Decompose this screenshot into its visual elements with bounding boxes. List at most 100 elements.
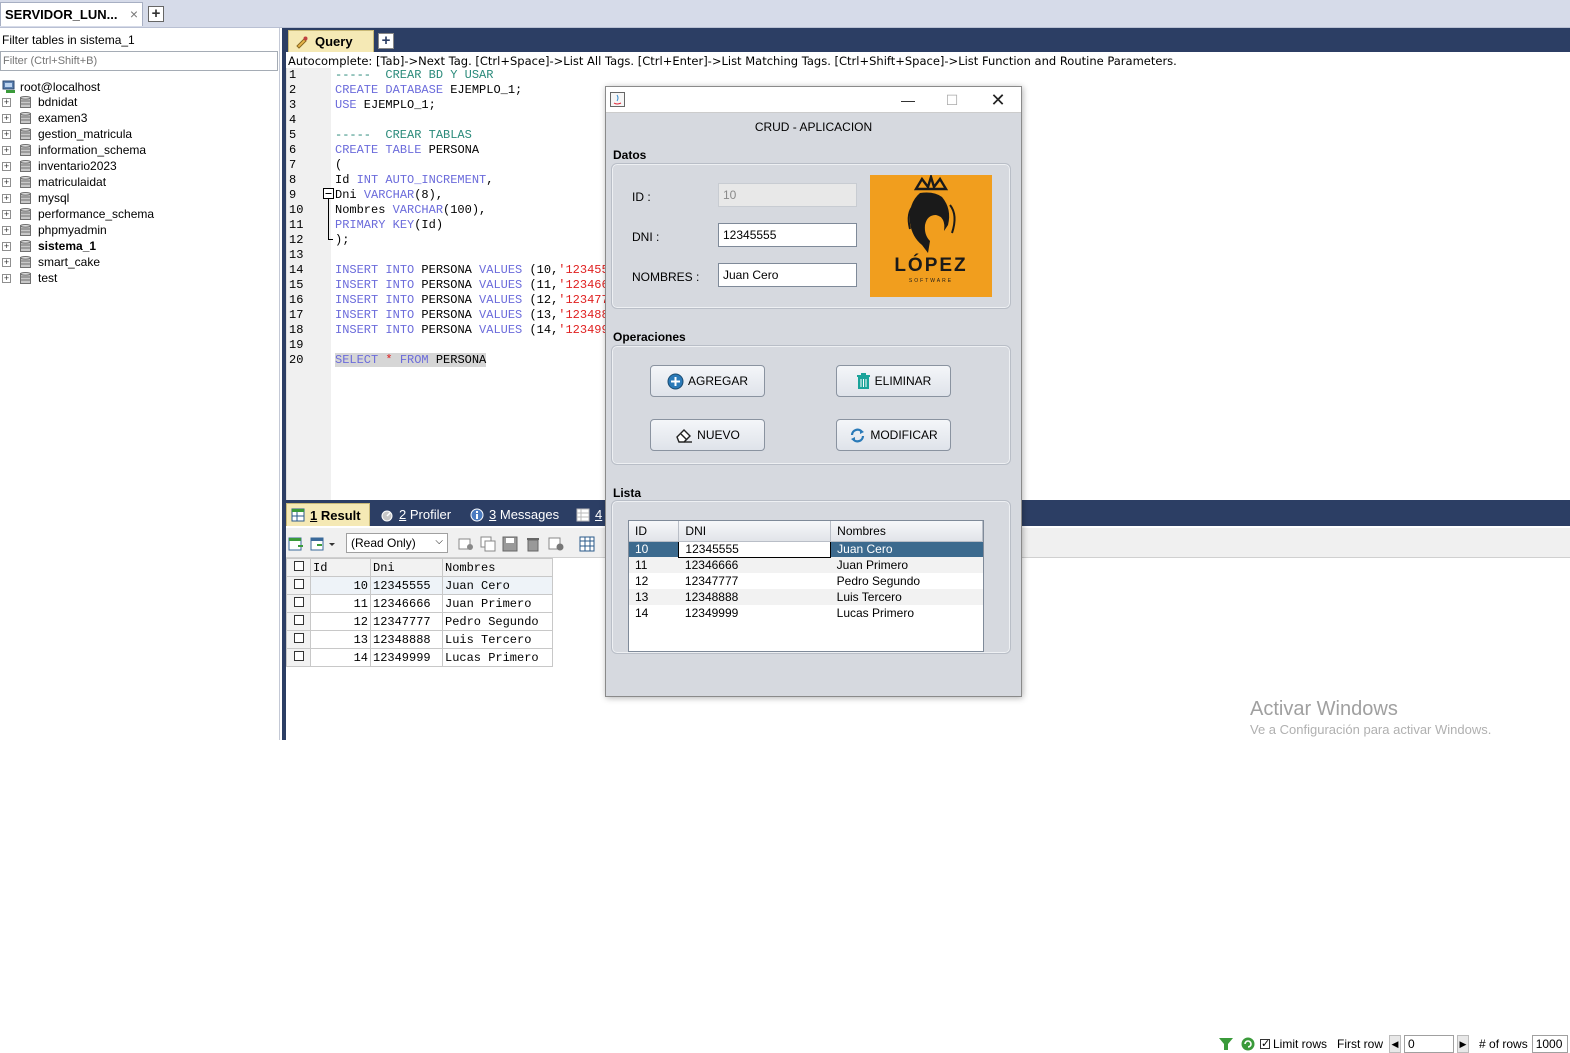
table-cell[interactable]: 12345555: [370, 576, 443, 595]
lista-row[interactable]: 11 12346666 Juan Primero: [629, 557, 983, 573]
filter-icon[interactable]: [1218, 1036, 1234, 1052]
table-row[interactable]: 10 12345555 Juan Cero: [286, 576, 553, 595]
lista-cell[interactable]: 11: [629, 557, 679, 573]
table-cell[interactable]: 12346666: [370, 594, 443, 613]
export-icon[interactable]: [288, 536, 304, 552]
expand-icon[interactable]: +: [2, 257, 11, 267]
tree-item-smart_cake[interactable]: + smart_cake: [2, 254, 100, 270]
tree-item-sistema_1[interactable]: + sistema_1: [2, 238, 96, 254]
filter-input[interactable]: [0, 51, 278, 71]
modificar-button[interactable]: MODIFICAR: [836, 419, 951, 451]
first-row-input[interactable]: [1404, 1035, 1455, 1053]
tree-item-gestion_matricula[interactable]: + gestion_matricula: [2, 126, 132, 142]
column-header[interactable]: Nombres: [442, 558, 553, 577]
lista-cell[interactable]: 12349999: [679, 605, 831, 621]
lista-cell[interactable]: Juan Cero: [830, 541, 983, 557]
eliminar-button[interactable]: ELIMINAR: [836, 365, 951, 397]
tree-item-information_schema[interactable]: + information_schema: [2, 142, 146, 158]
tree-item-mysql[interactable]: + mysql: [2, 190, 69, 206]
lista-cell[interactable]: 10: [629, 541, 679, 557]
duplicate-row-icon[interactable]: [480, 536, 496, 552]
column-header[interactable]: Dni: [370, 558, 443, 577]
table-cell[interactable]: Juan Cero: [442, 576, 553, 595]
minimize-icon[interactable]: —: [888, 89, 928, 111]
lista-column-header[interactable]: ID: [629, 521, 680, 542]
lista-table[interactable]: ID DNI Nombres 10 12345555 Juan Cero 11 1234666…: [628, 520, 984, 652]
table-row[interactable]: 14 12349999 Lucas Primero: [286, 648, 553, 667]
lista-cell[interactable]: 12346666: [678, 557, 831, 573]
tab-result[interactable]: 1 Result: [286, 503, 370, 526]
maximize-icon[interactable]: ☐: [932, 89, 972, 111]
table-cell[interactable]: Luis Tercero: [442, 630, 553, 649]
dni-field[interactable]: 12345555: [718, 223, 857, 247]
discard-icon[interactable]: [548, 536, 564, 552]
lista-cell[interactable]: 12348888: [678, 589, 831, 605]
tab-messages[interactable]: 3 Messages: [466, 503, 559, 526]
expand-icon[interactable]: +: [2, 177, 11, 187]
delete-icon[interactable]: [525, 536, 541, 552]
table-cell[interactable]: 10: [310, 576, 371, 595]
expand-icon[interactable]: +: [2, 241, 11, 251]
row-checkbox[interactable]: [286, 594, 311, 613]
lista-cell[interactable]: Lucas Primero: [831, 605, 983, 621]
close-icon[interactable]: ✕: [978, 89, 1018, 111]
nombres-field[interactable]: Juan Cero: [718, 263, 857, 287]
prev-page-icon[interactable]: ◀: [1389, 1035, 1402, 1053]
row-checkbox[interactable]: [286, 612, 311, 631]
connection-tab[interactable]: SERVIDOR_LUN... ×: [0, 2, 143, 26]
lista-cell[interactable]: Luis Tercero: [830, 589, 983, 605]
column-header[interactable]: Id: [310, 558, 371, 577]
expand-icon[interactable]: +: [2, 161, 11, 171]
save-icon[interactable]: [502, 536, 518, 552]
tree-item-test[interactable]: + test: [2, 270, 57, 286]
expand-icon[interactable]: +: [2, 97, 11, 107]
lista-column-header[interactable]: Nombres: [830, 521, 983, 542]
tree-item-performance_schema[interactable]: + performance_schema: [2, 206, 154, 222]
tree-item-examen3[interactable]: + examen3: [2, 110, 87, 126]
tree-item-matriculaidat[interactable]: + matriculaidat: [2, 174, 106, 190]
tree-item-inventario2023[interactable]: + inventario2023: [2, 158, 117, 174]
lista-cell[interactable]: 13: [629, 589, 679, 605]
num-rows-input[interactable]: [1531, 1035, 1568, 1053]
lista-cell[interactable]: Juan Primero: [830, 557, 983, 573]
agregar-button[interactable]: AGREGAR: [650, 365, 765, 397]
tab-profiler[interactable]: 2 Profiler: [376, 503, 451, 526]
row-checkbox[interactable]: [286, 576, 311, 595]
expand-icon[interactable]: +: [2, 193, 11, 203]
table-cell[interactable]: 13: [310, 630, 371, 649]
fold-minus-icon[interactable]: [323, 188, 334, 199]
add-connection-button[interactable]: +: [148, 6, 164, 22]
table-cell[interactable]: 12348888: [370, 630, 443, 649]
table-cell[interactable]: 12: [310, 612, 371, 631]
lista-row[interactable]: 14 12349999 Lucas Primero: [629, 605, 983, 621]
expand-icon[interactable]: +: [2, 209, 11, 219]
limit-rows-checkbox[interactable]: ✓: [1260, 1038, 1270, 1050]
expand-icon[interactable]: +: [2, 113, 11, 123]
lista-cell[interactable]: 12: [629, 573, 679, 589]
lista-cell[interactable]: 14: [629, 605, 679, 621]
tree-root[interactable]: root@localhost: [2, 80, 100, 94]
chevron-down-icon[interactable]: [328, 536, 336, 552]
table-cell[interactable]: 14: [310, 648, 371, 667]
import-icon[interactable]: [310, 536, 326, 552]
lista-cell[interactable]: 12345555: [678, 540, 832, 558]
id-field[interactable]: 10: [718, 183, 857, 207]
table-cell[interactable]: Pedro Segundo: [442, 612, 553, 631]
add-row-icon[interactable]: [458, 536, 474, 552]
table-cell[interactable]: Lucas Primero: [442, 648, 553, 667]
grid-view-icon[interactable]: [579, 536, 595, 552]
close-icon[interactable]: ×: [130, 6, 138, 22]
select-all-checkbox[interactable]: [286, 558, 311, 577]
add-query-button[interactable]: +: [378, 33, 394, 49]
expand-icon[interactable]: +: [2, 225, 11, 235]
next-page-icon[interactable]: ▶: [1457, 1035, 1470, 1053]
lista-row[interactable]: 12 12347777 Pedro Segundo: [629, 573, 983, 589]
table-cell[interactable]: 12347777: [370, 612, 443, 631]
expand-icon[interactable]: +: [2, 273, 11, 283]
tree-item-phpmyadmin[interactable]: + phpmyadmin: [2, 222, 107, 238]
row-checkbox[interactable]: [286, 648, 311, 667]
table-row[interactable]: 11 12346666 Juan Primero: [286, 594, 553, 613]
refresh-icon[interactable]: [1240, 1036, 1256, 1052]
row-checkbox[interactable]: [286, 630, 311, 649]
nuevo-button[interactable]: NUEVO: [650, 419, 765, 451]
